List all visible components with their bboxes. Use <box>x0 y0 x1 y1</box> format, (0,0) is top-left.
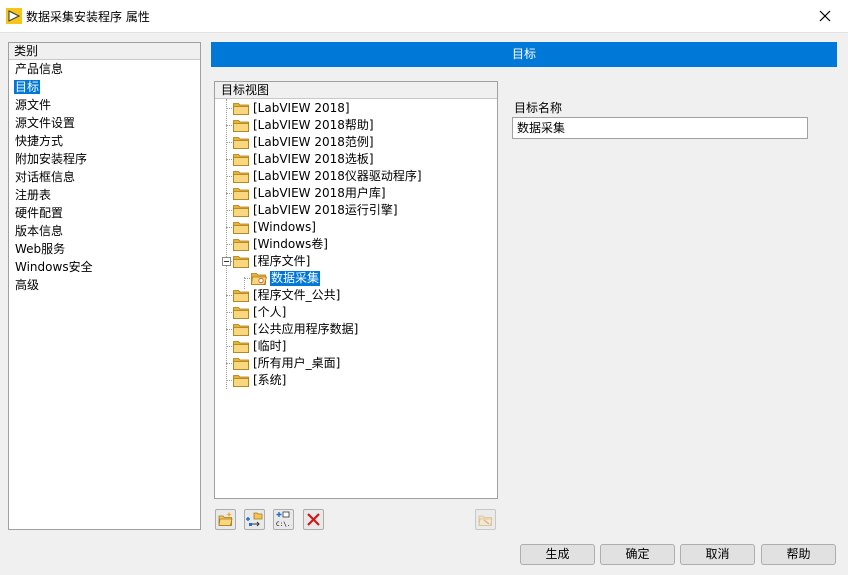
category-item[interactable]: 源文件 <box>9 96 200 114</box>
open-folder-icon <box>251 273 267 285</box>
new-folder-button[interactable] <box>215 509 236 530</box>
delete-icon <box>307 513 320 526</box>
delete-button[interactable] <box>303 509 324 530</box>
category-item[interactable]: 源文件设置 <box>9 114 200 132</box>
tree-node[interactable]: [LabVIEW 2018] <box>233 100 351 117</box>
window-title: 数据采集安装程序 属性 <box>26 10 150 24</box>
target-name-label: 目标名称 <box>514 101 563 115</box>
folder-icon <box>233 103 249 115</box>
destination-tree[interactable]: 目标视图 [LabVIEW 2018] [LabVIEW 2018帮助] [LabV… <box>214 81 498 499</box>
tree-node-label: [Windows] <box>253 220 316 234</box>
tree-node-label: [LabVIEW 2018用户库] <box>253 186 386 200</box>
add-path-button[interactable]: C:\.. <box>273 509 294 530</box>
category-item[interactable]: 注册表 <box>9 186 200 204</box>
folder-icon <box>233 375 249 387</box>
folder-icon <box>233 137 249 149</box>
tree-node[interactable]: [个人] <box>233 304 287 321</box>
category-item[interactable]: 产品信息 <box>9 60 200 78</box>
tree-node-label: [LabVIEW 2018运行引擎] <box>253 203 398 217</box>
help-button[interactable]: 帮助 <box>761 544 836 565</box>
tree-node-label: [程序文件] <box>253 254 311 268</box>
tree-node[interactable]: [LabVIEW 2018范例] <box>233 134 375 151</box>
tree-node[interactable]: [LabVIEW 2018用户库] <box>233 185 387 202</box>
add-folder-icon <box>246 512 263 527</box>
category-item[interactable]: Windows安全 <box>9 258 200 276</box>
category-item[interactable]: 版本信息 <box>9 222 200 240</box>
tree-node-label: [LabVIEW 2018选板] <box>253 152 374 166</box>
folder-icon <box>233 307 249 319</box>
folder-icon <box>233 256 249 268</box>
folder-icon <box>233 205 249 217</box>
tree-node-selected[interactable]: 数据采集 <box>251 270 321 287</box>
folder-icon <box>233 120 249 132</box>
tree-node-label: [LabVIEW 2018范例] <box>253 135 374 149</box>
tree-node[interactable]: [程序文件_公共] <box>233 287 341 304</box>
tree-node[interactable]: [LabVIEW 2018仪器驱动程序] <box>233 168 423 185</box>
add-folder-button[interactable] <box>244 509 265 530</box>
folder-icon <box>233 171 249 183</box>
folder-properties-button[interactable] <box>475 509 496 530</box>
tree-node-label: 数据采集 <box>270 271 321 286</box>
ok-button[interactable]: 确定 <box>600 544 675 565</box>
tree-node[interactable]: [临时] <box>233 338 287 355</box>
folder-icon <box>233 239 249 251</box>
tree-node[interactable]: [Windows] <box>233 219 317 236</box>
tree-node-label: [公共应用程序数据] <box>253 322 359 336</box>
page-title: 目标 <box>211 42 837 67</box>
folder-icon <box>233 290 249 302</box>
tree-node-label: [程序文件_公共] <box>253 288 341 302</box>
collapse-toggle[interactable] <box>222 257 231 266</box>
folder-icon <box>233 341 249 353</box>
category-list[interactable]: 类别 产品信息 目标 源文件 源文件设置 快捷方式 附加安装程序 对话框信息 注… <box>8 42 201 530</box>
tree-node[interactable]: [Windows卷] <box>233 236 329 253</box>
category-item[interactable]: 对话框信息 <box>9 168 200 186</box>
category-item[interactable]: 硬件配置 <box>9 204 200 222</box>
close-button[interactable] <box>802 0 848 32</box>
svg-text:C:\..: C:\.. <box>276 521 292 528</box>
title-bar: 数据采集安装程序 属性 <box>0 0 848 33</box>
tree-node-label: [所有用户_桌面] <box>253 356 341 370</box>
folder-icon <box>233 154 249 166</box>
labview-app-icon <box>6 8 22 24</box>
tree-node[interactable]: [LabVIEW 2018选板] <box>233 151 375 168</box>
tree-node[interactable]: [LabVIEW 2018运行引擎] <box>233 202 399 219</box>
tree-node[interactable]: [公共应用程序数据] <box>233 321 359 338</box>
tree-node-label: [LabVIEW 2018] <box>253 101 350 115</box>
target-name-input[interactable]: 数据采集 <box>512 117 808 139</box>
tree-node-label: [系统] <box>253 373 287 387</box>
tree-node[interactable]: [所有用户_桌面] <box>233 355 341 372</box>
build-button[interactable]: 生成 <box>520 544 595 565</box>
category-item[interactable]: Web服务 <box>9 240 200 258</box>
category-header: 类别 <box>9 43 200 60</box>
tree-node-label: [LabVIEW 2018仪器驱动程序] <box>253 169 422 183</box>
add-path-icon: C:\.. <box>276 511 292 528</box>
tree-node[interactable]: [系统] <box>233 372 287 389</box>
tree-node-label: [LabVIEW 2018帮助] <box>253 118 374 132</box>
tree-node-label: [临时] <box>253 339 287 353</box>
tree-header: 目标视图 <box>215 82 497 99</box>
tree-node[interactable]: [程序文件] <box>233 253 311 270</box>
cancel-button[interactable]: 取消 <box>680 544 755 565</box>
folder-icon <box>233 358 249 370</box>
folder-icon <box>233 222 249 234</box>
tree-node-label: [个人] <box>253 305 287 319</box>
folder-icon <box>233 324 249 336</box>
folder-icon <box>233 188 249 200</box>
tree-node[interactable]: [LabVIEW 2018帮助] <box>233 117 375 134</box>
new-folder-icon <box>218 512 233 526</box>
close-icon <box>819 10 831 22</box>
tree-node-label: [Windows卷] <box>253 237 328 251</box>
category-item-selected[interactable]: 目标 <box>9 78 200 96</box>
folder-properties-icon <box>478 515 493 526</box>
category-item[interactable]: 高级 <box>9 276 200 294</box>
category-item[interactable]: 附加安装程序 <box>9 150 200 168</box>
category-item[interactable]: 快捷方式 <box>9 132 200 150</box>
